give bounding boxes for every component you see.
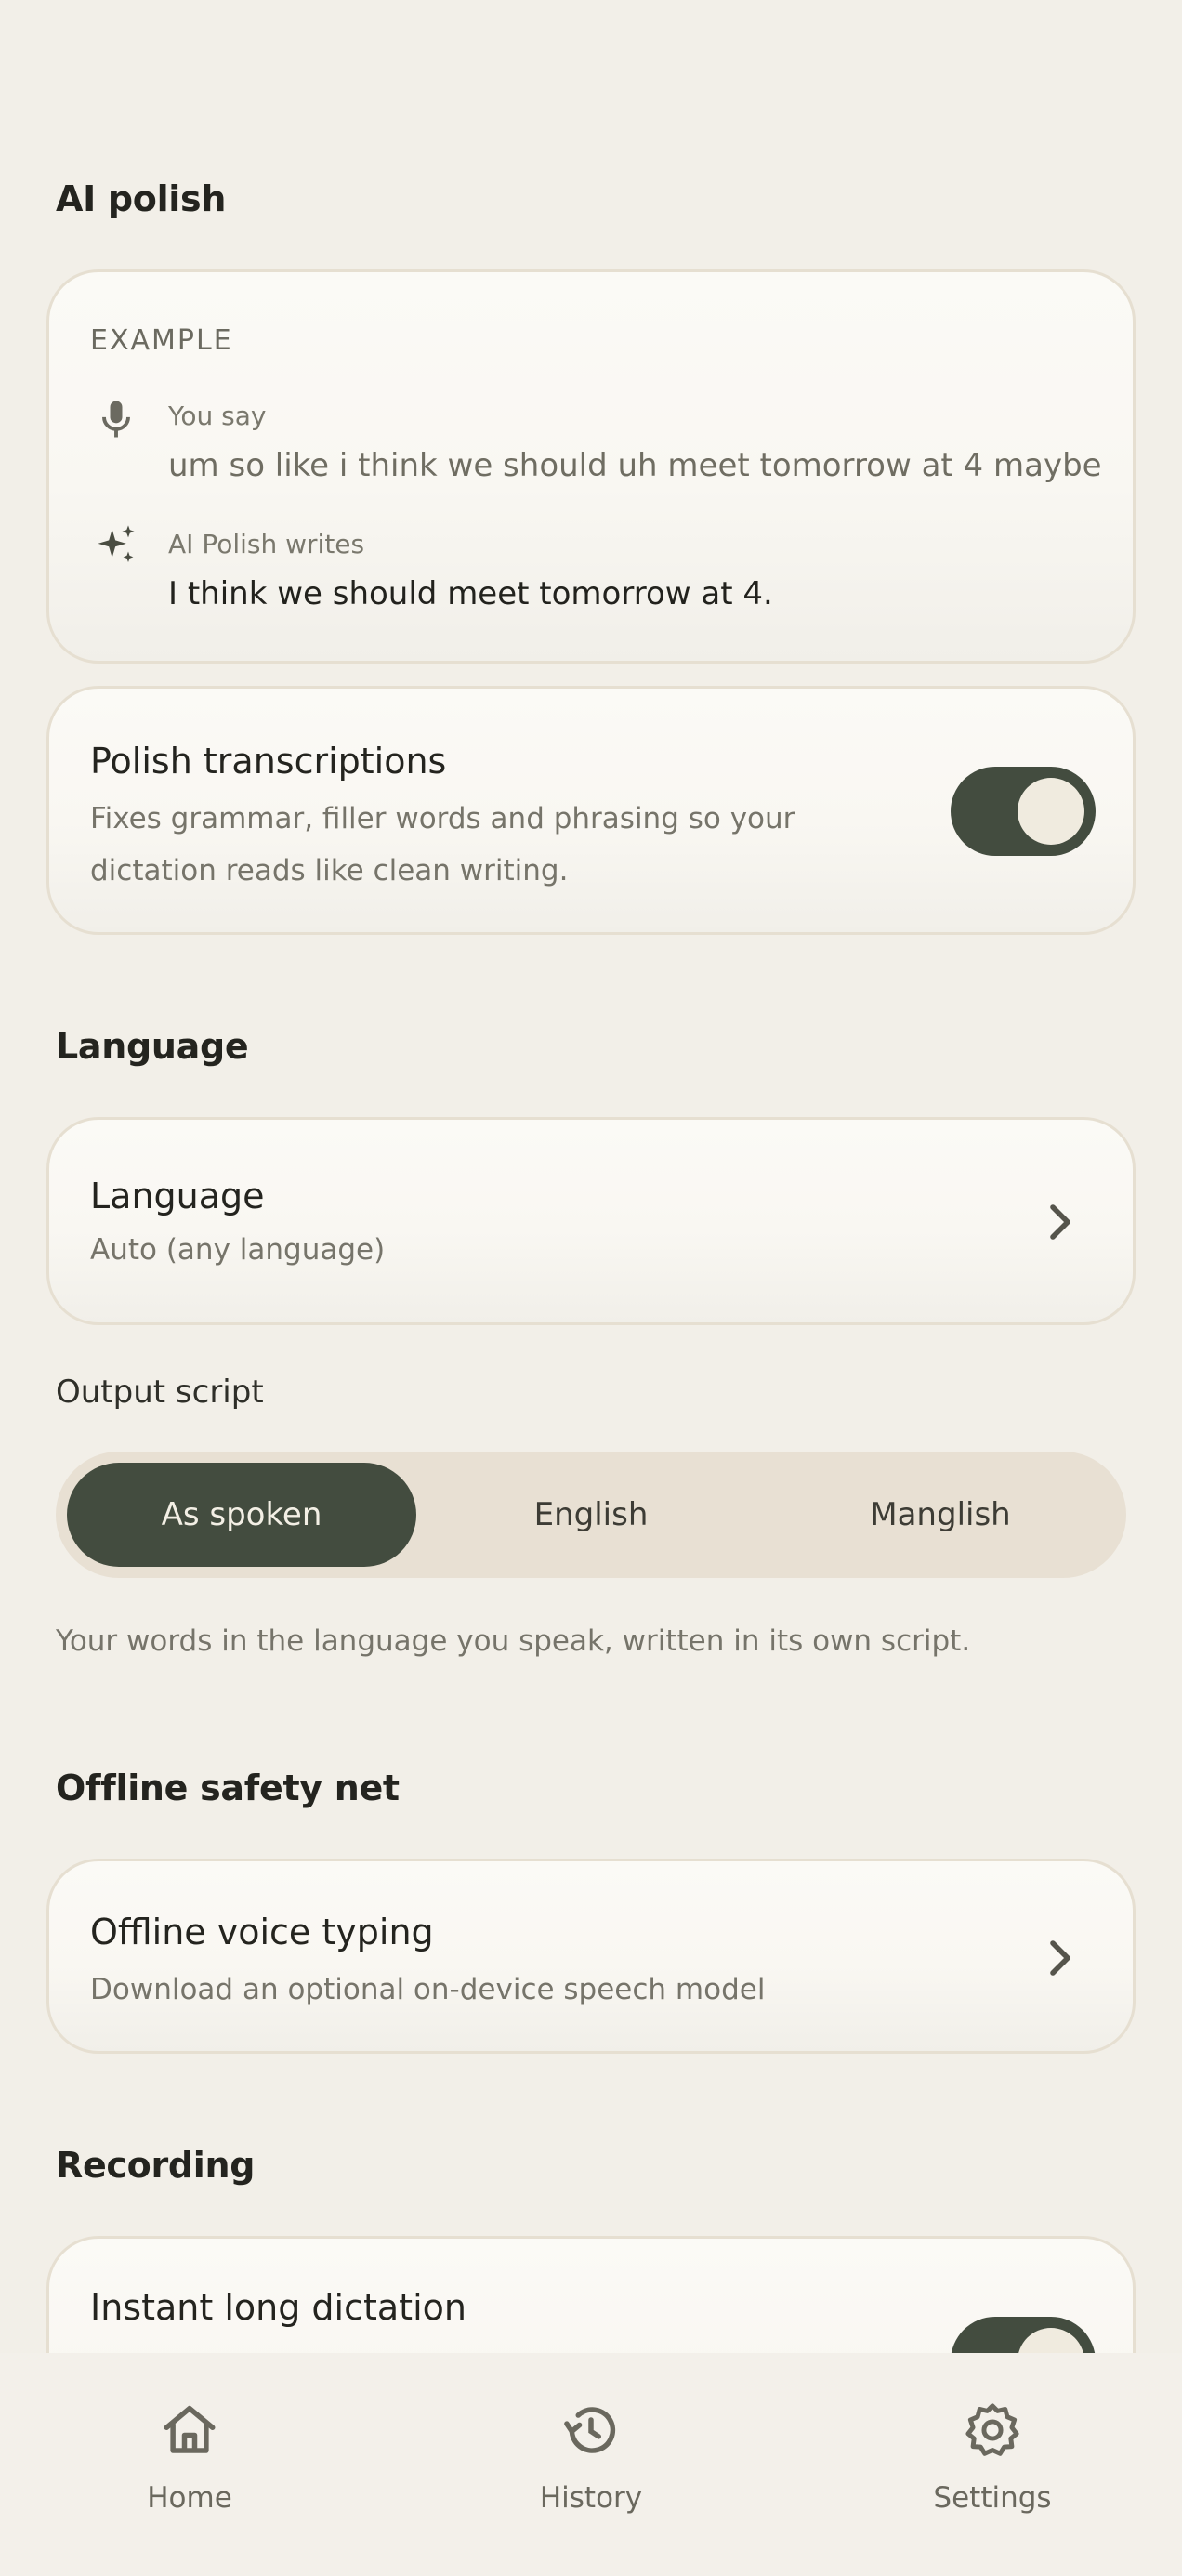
section-title-offline: Offline safety net <box>56 1768 400 1808</box>
settings-icon <box>965 2403 1019 2456</box>
language-row-value: Auto (any language) <box>90 1233 386 1267</box>
language-row-title: Language <box>90 1176 265 1216</box>
you-say-text: um so like i think we should uh meet tom… <box>168 447 1102 484</box>
section-title-recording: Recording <box>56 2145 256 2186</box>
history-icon <box>564 2407 616 2453</box>
ai-writes-label: AI Polish writes <box>168 529 365 559</box>
offline-voice-typing-subtitle: Download an optional on-device speech mo… <box>90 1973 766 2006</box>
nav-settings[interactable]: Settings <box>853 2353 1132 2576</box>
language-row[interactable]: Language Auto (any language) <box>46 1117 1136 1325</box>
polish-transcriptions-card[interactable]: Polish transcriptions Fixes grammar, fil… <box>46 686 1136 935</box>
polish-transcriptions-toggle[interactable] <box>951 767 1096 856</box>
polish-transcriptions-desc-2: dictation reads like clean writing. <box>90 854 569 887</box>
instant-long-dictation-title: Instant long dictation <box>90 2287 466 2328</box>
offline-voice-typing-title: Offline voice typing <box>90 1912 434 1952</box>
output-script-segmented: As spoken English Manglish <box>56 1452 1126 1578</box>
you-say-label: You say <box>168 401 267 431</box>
nav-history-label: History <box>539 2481 643 2515</box>
nav-home-label: Home <box>147 2481 232 2515</box>
microphone-icon <box>102 401 130 438</box>
segment-manglish[interactable]: Manglish <box>766 1463 1115 1567</box>
chevron-right-icon <box>1050 1940 1070 1976</box>
section-title-ai-polish: AI polish <box>56 178 227 219</box>
nav-history[interactable]: History <box>452 2353 730 2576</box>
chevron-right-icon <box>1050 1204 1070 1240</box>
nav-home[interactable]: Home <box>50 2353 329 2576</box>
output-script-helper: Your words in the language you speak, wr… <box>56 1624 971 1658</box>
example-card: EXAMPLE You say um so like i think we sh… <box>46 269 1136 664</box>
offline-voice-typing-row[interactable]: Offline voice typing Download an optiona… <box>46 1859 1136 2054</box>
instant-long-dictation-toggle[interactable] <box>951 2317 1096 2353</box>
ai-writes-text: I think we should meet tomorrow at 4. <box>168 575 773 612</box>
settings-screen: AI polish EXAMPLE You say um so like i t… <box>0 0 1182 2576</box>
sparkle-icon <box>98 525 135 562</box>
section-title-language: Language <box>56 1026 249 1067</box>
toggle-knob <box>1018 778 1084 845</box>
segment-english[interactable]: English <box>416 1463 766 1567</box>
polish-transcriptions-desc-1: Fixes grammar, filler words and phrasing… <box>90 802 795 835</box>
output-script-label: Output script <box>56 1373 264 1411</box>
polish-transcriptions-title: Polish transcriptions <box>90 741 447 782</box>
home-icon <box>164 2405 216 2453</box>
segment-as-spoken[interactable]: As spoken <box>67 1463 416 1567</box>
nav-settings-label: Settings <box>933 2481 1052 2515</box>
bottom-navigation: Home History Settings <box>0 2353 1182 2576</box>
instant-long-dictation-card[interactable]: Instant long dictation <box>46 2236 1136 2353</box>
settings-scroll-area[interactable]: AI polish EXAMPLE You say um so like i t… <box>0 0 1182 2353</box>
example-label: EXAMPLE <box>90 324 233 357</box>
toggle-knob <box>1018 2328 1084 2353</box>
